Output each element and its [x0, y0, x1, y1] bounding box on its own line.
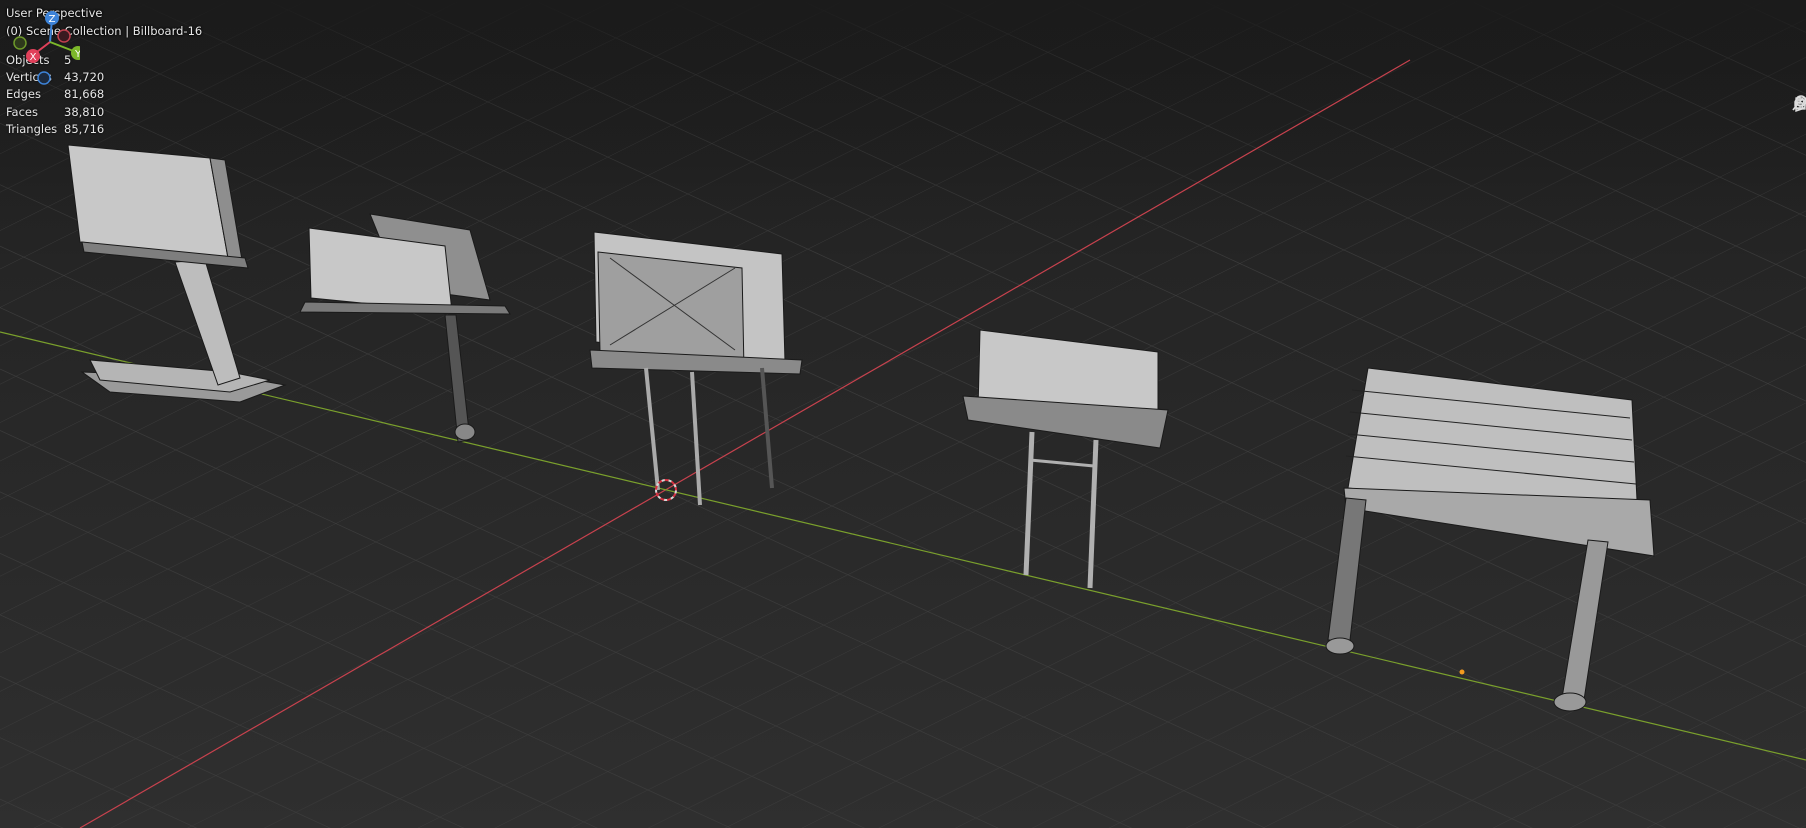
neg-z-axis-handle[interactable]	[37, 71, 51, 85]
y-axis-label: Y	[74, 49, 80, 60]
viewport-scene	[0, 0, 1806, 828]
grid-toggle-icon[interactable]	[1792, 93, 1806, 115]
stat-value: 38,810	[64, 104, 105, 119]
3d-viewport[interactable]: User Perspective (0) Scene Collection | …	[0, 0, 1806, 828]
x-axis-label: X	[30, 52, 37, 63]
navigation-gizmo[interactable]: Z X Y	[0, 0, 80, 95]
neg-x-axis-handle[interactable]	[57, 29, 71, 43]
z-axis-label: Z	[49, 14, 56, 25]
object-origin	[1459, 669, 1465, 675]
stat-row-triangles: Triangles 85,716	[6, 121, 104, 138]
stat-row-faces: Faces 38,810	[6, 104, 104, 121]
stat-label: Faces	[6, 104, 38, 119]
neg-y-axis-handle[interactable]	[13, 36, 27, 50]
stat-label: Triangles	[6, 121, 58, 136]
stat-value: 85,716	[64, 121, 105, 136]
